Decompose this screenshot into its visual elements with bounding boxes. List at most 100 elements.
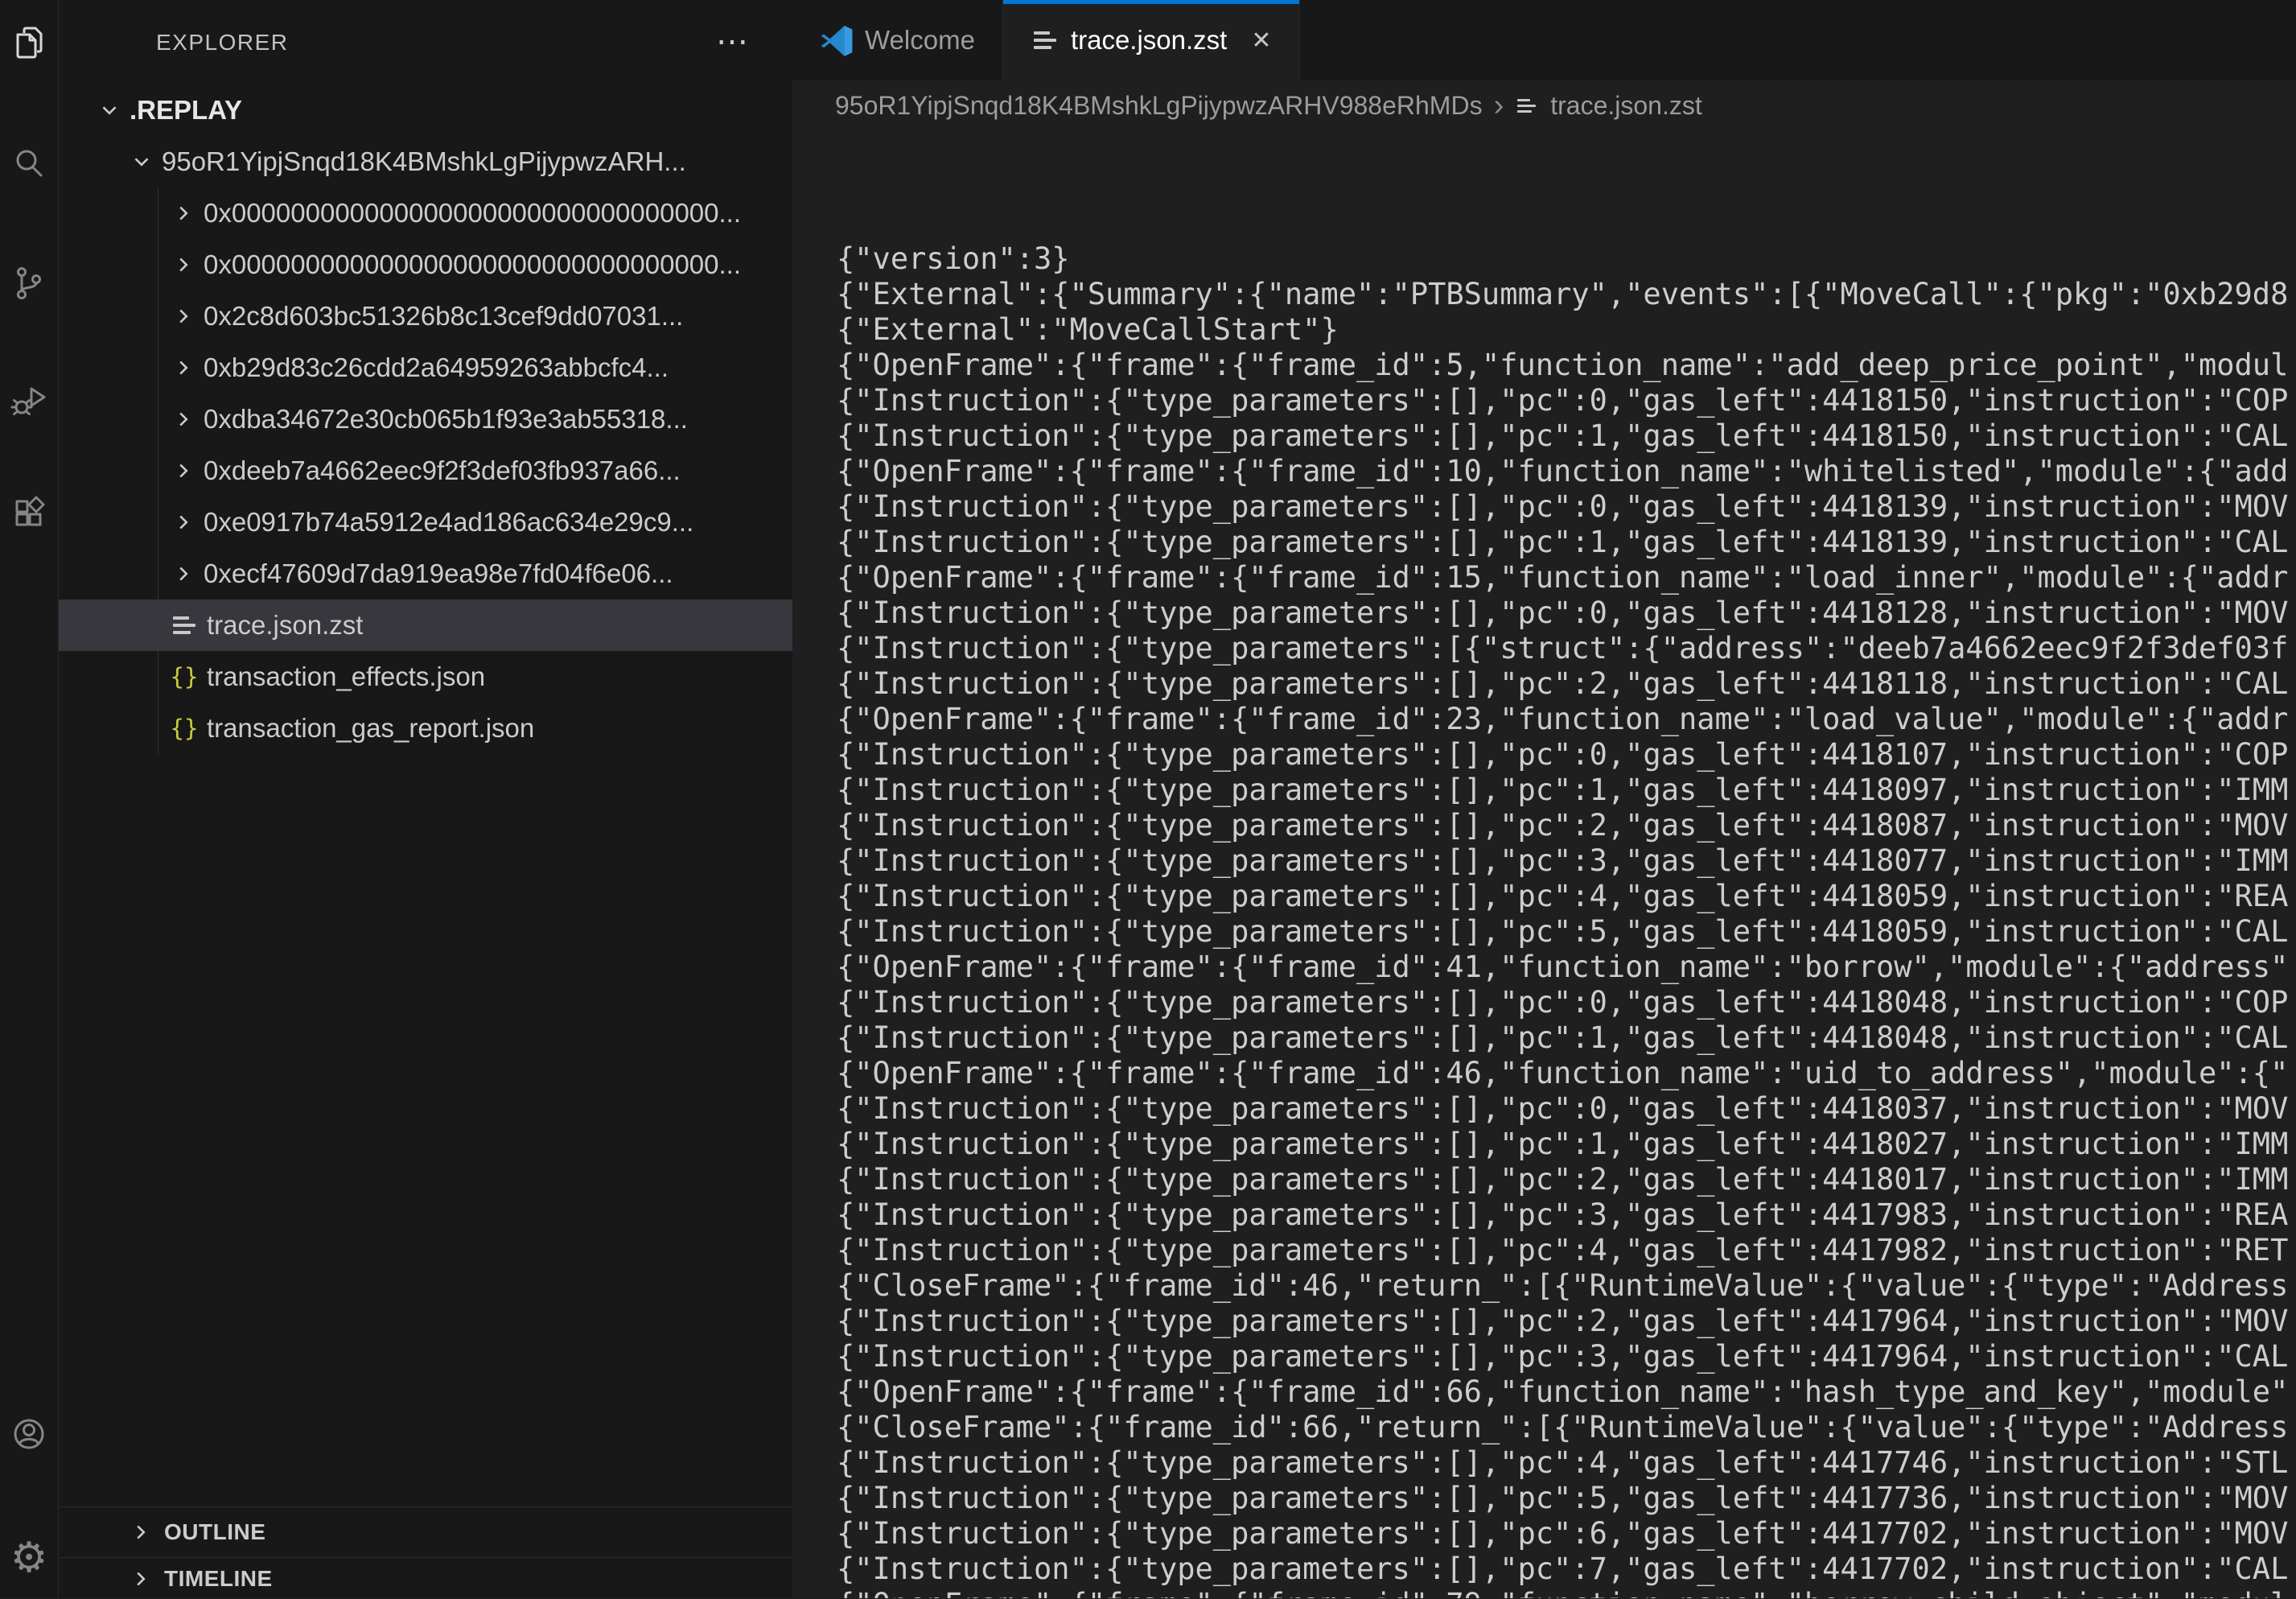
code-line: {"Instruction":{"type_parameters":[],"pc… xyxy=(837,773,2296,808)
code-line: {"Instruction":{"type_parameters":[],"pc… xyxy=(837,1445,2296,1481)
json-icon: {} xyxy=(170,663,199,690)
code-line: {"Instruction":{"type_parameters":[],"pc… xyxy=(837,1020,2296,1056)
file-icon xyxy=(1515,99,1539,113)
editor-content[interactable]: {"version":3}{"External":{"Summary":{"na… xyxy=(792,130,2296,1598)
chevron-icon xyxy=(170,560,197,587)
explorer-sidebar: EXPLORER ⋯ {} .REPLAY xyxy=(59,0,792,1598)
code-line: {"Instruction":{"type_parameters":[],"pc… xyxy=(837,1516,2296,1552)
chevron-icon xyxy=(128,148,155,175)
tree-item-label: 0x000000000000000000000000000000000... xyxy=(204,198,741,229)
tab-welcome[interactable]: Welcome xyxy=(792,0,1003,80)
breadcrumb-folder[interactable]: 95oR1YipjSnqd18K4BMshkLgPijypwzARHV988eR… xyxy=(835,91,1483,121)
code-line: {"Instruction":{"type_parameters":[],"pc… xyxy=(837,914,2296,950)
tree-item-label: 0xecf47609d7da919ea98e7fd04f6e06... xyxy=(204,558,673,589)
file-icon xyxy=(170,616,199,634)
extensions-icon[interactable] xyxy=(10,494,48,533)
code-line: {"Instruction":{"type_parameters":[],"pc… xyxy=(837,418,2296,454)
code-line: {"Instruction":{"type_parameters":[],"pc… xyxy=(837,1197,2296,1233)
json-icon: {} xyxy=(170,715,199,742)
explorer-header: EXPLORER ⋯ xyxy=(59,0,792,84)
code-line: {"CloseFrame":{"frame_id":46,"return_":[… xyxy=(837,1268,2296,1304)
chevron-icon xyxy=(170,354,197,381)
breadcrumb: 95oR1YipjSnqd18K4BMshkLgPijypwzARHV988eR… xyxy=(792,80,2296,130)
tree-item[interactable]: {} .REPLAY xyxy=(59,84,792,136)
chevron-icon xyxy=(170,303,197,330)
chevron-icon xyxy=(170,200,197,227)
tree-item-label: 0xdba34672e30cb065b1f93e3ab55318... xyxy=(204,404,688,435)
tree-item-label: 0xb29d83c26cdd2a64959263abbcfc4... xyxy=(204,352,669,383)
code-line: {"Instruction":{"type_parameters":[],"pc… xyxy=(837,383,2296,418)
tree-item-label: trace.json.zst xyxy=(207,610,363,641)
code-line: {"Instruction":{"type_parameters":[{"str… xyxy=(837,631,2296,666)
tree-item[interactable]: {} trace.json.zst xyxy=(59,600,792,651)
code-line: {"Instruction":{"type_parameters":[],"pc… xyxy=(837,808,2296,843)
tree-item[interactable]: {} 0xe0917b74a5912e4ad186ac634e29c9... xyxy=(59,497,792,548)
code-line: {"OpenFrame":{"frame":{"frame_id":15,"fu… xyxy=(837,560,2296,596)
close-icon[interactable]: ✕ xyxy=(1251,27,1271,55)
tab-bar: Welcome trace.json.zst ✕ xyxy=(792,0,2296,80)
code-line: {"Instruction":{"type_parameters":[],"pc… xyxy=(837,525,2296,560)
code-line: {"Instruction":{"type_parameters":[],"pc… xyxy=(837,1552,2296,1587)
account-icon[interactable] xyxy=(10,1415,48,1453)
code-line: {"CloseFrame":{"frame_id":66,"return_":[… xyxy=(837,1410,2296,1445)
vscode-window: ⚙ EXPLORER ⋯ {} .REPLAY xyxy=(0,0,2296,1598)
tree-item-label: transaction_effects.json xyxy=(207,661,485,692)
chevron-icon xyxy=(170,509,197,536)
code-line: {"Instruction":{"type_parameters":[],"pc… xyxy=(837,737,2296,773)
chevron-icon xyxy=(127,1565,154,1593)
code-line: {"Instruction":{"type_parameters":[],"pc… xyxy=(837,879,2296,914)
tree-item-label: transaction_gas_report.json xyxy=(207,713,534,744)
tree-item[interactable]: {} 0x000000000000000000000000000000000..… xyxy=(59,239,792,291)
outline-section-header[interactable]: OUTLINE xyxy=(59,1506,792,1557)
search-icon[interactable] xyxy=(10,145,48,183)
code-line: {"Instruction":{"type_parameters":[],"pc… xyxy=(837,1304,2296,1339)
code-line: {"version":3} xyxy=(837,241,2296,277)
timeline-label: TIMELINE xyxy=(164,1566,273,1592)
code-line: {"OpenFrame":{"frame":{"frame_id":41,"fu… xyxy=(837,950,2296,985)
chevron-icon xyxy=(127,1519,154,1546)
tab-label: trace.json.zst xyxy=(1071,25,1227,56)
code-line: {"Instruction":{"type_parameters":[],"pc… xyxy=(837,1127,2296,1162)
tree-item[interactable]: {} 0x000000000000000000000000000000000..… xyxy=(59,188,792,239)
tree-item[interactable]: {} 0xecf47609d7da919ea98e7fd04f6e06... xyxy=(59,548,792,600)
settings-gear-icon[interactable]: ⚙ xyxy=(10,1539,48,1577)
tree-item-label: .REPLAY xyxy=(130,95,242,126)
tab-trace-json-zst[interactable]: trace.json.zst ✕ xyxy=(1003,0,1300,80)
code-line: {"Instruction":{"type_parameters":[],"pc… xyxy=(837,1233,2296,1268)
tree-item[interactable]: {} 95oR1YipjSnqd18K4BMshkLgPijypwzARH... xyxy=(59,136,792,188)
code-line: {"OpenFrame":{"frame":{"frame_id":23,"fu… xyxy=(837,702,2296,737)
chevron-icon xyxy=(170,457,197,484)
tree-item-label: 0x2c8d603bc51326b8c13cef9dd07031... xyxy=(204,301,683,332)
code-line: {"OpenFrame":{"frame":{"frame_id":5,"fun… xyxy=(837,348,2296,383)
tree-item[interactable]: {} transaction_effects.json xyxy=(59,651,792,703)
code-line: {"External":"MoveCallStart"} xyxy=(837,312,2296,348)
breadcrumb-file[interactable]: trace.json.zst xyxy=(1550,91,1702,121)
source-control-icon[interactable] xyxy=(10,264,48,303)
tree-item[interactable]: {} 0xdba34672e30cb065b1f93e3ab55318... xyxy=(59,394,792,445)
tree-item[interactable]: {} 0x2c8d603bc51326b8c13cef9dd07031... xyxy=(59,291,792,342)
code-line: {"Instruction":{"type_parameters":[],"pc… xyxy=(837,489,2296,525)
tree-item[interactable]: {} 0xb29d83c26cdd2a64959263abbcfc4... xyxy=(59,342,792,394)
more-actions-icon[interactable]: ⋯ xyxy=(716,23,748,61)
run-and-debug-icon[interactable] xyxy=(10,380,48,418)
code-line: {"Instruction":{"type_parameters":[],"pc… xyxy=(837,843,2296,879)
tree-item[interactable]: {} transaction_gas_report.json xyxy=(59,703,792,754)
chevron-icon xyxy=(170,406,197,433)
tree-item-label: 0xe0917b74a5912e4ad186ac634e29c9... xyxy=(204,507,693,538)
tree-item[interactable]: {} 0xdeeb7a4662eec9f2f3def03fb937a66... xyxy=(59,445,792,497)
chevron-right-icon: › xyxy=(1494,93,1504,118)
timeline-section-header[interactable]: TIMELINE xyxy=(59,1557,792,1599)
explorer-icon[interactable] xyxy=(10,23,48,61)
editor-area: Welcome trace.json.zst ✕ 95oR1YipjSnqd18… xyxy=(792,0,2296,1598)
code-line: {"Instruction":{"type_parameters":[],"pc… xyxy=(837,985,2296,1020)
tree-item-label: 0xdeeb7a4662eec9f2f3def03fb937a66... xyxy=(204,455,681,486)
code-line: {"Instruction":{"type_parameters":[],"pc… xyxy=(837,1481,2296,1516)
code-line: {"Instruction":{"type_parameters":[],"pc… xyxy=(837,1162,2296,1197)
code-line: {"Instruction":{"type_parameters":[],"pc… xyxy=(837,1339,2296,1374)
code-line: {"OpenFrame":{"frame":{"frame_id":66,"fu… xyxy=(837,1374,2296,1410)
code-line: {"Instruction":{"type_parameters":[],"pc… xyxy=(837,1091,2296,1127)
code-line: {"Instruction":{"type_parameters":[],"pc… xyxy=(837,666,2296,702)
code-line: {"OpenFrame":{"frame":{"frame_id":10,"fu… xyxy=(837,454,2296,489)
file-tree: {} .REPLAY {} 95oR1YipjSnqd18K4BMshkLgPi… xyxy=(59,84,792,754)
code-line: {"OpenFrame":{"frame":{"frame_id":46,"fu… xyxy=(837,1056,2296,1091)
